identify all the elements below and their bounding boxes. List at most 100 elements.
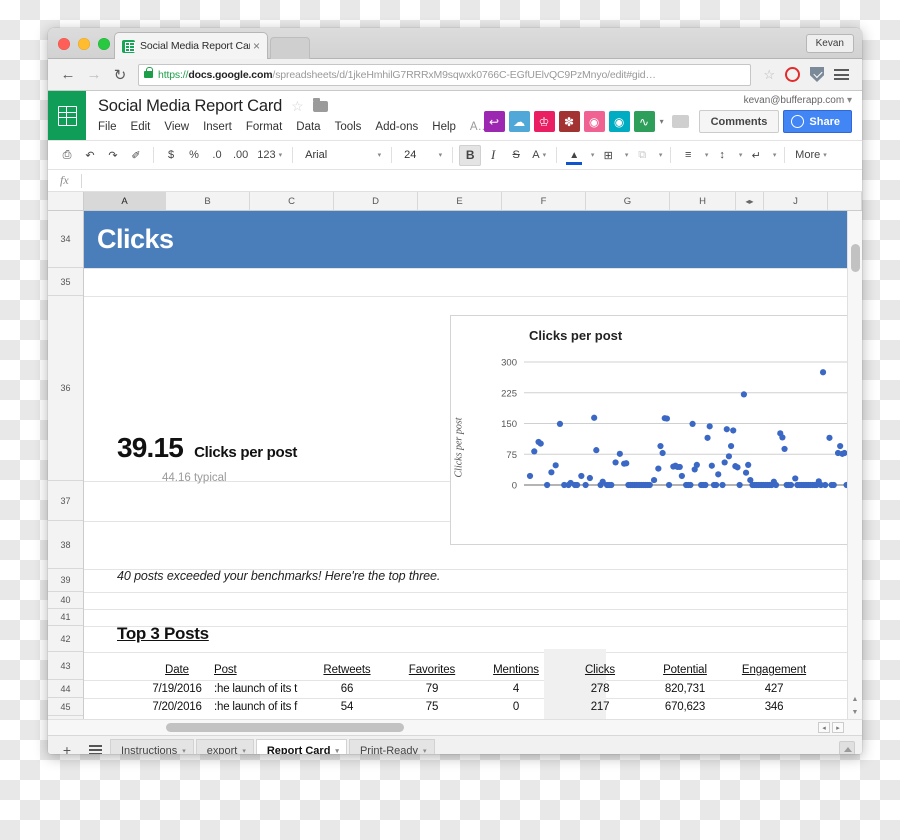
horizontal-scrollbar[interactable]: ◂ ▸ bbox=[48, 719, 862, 735]
font-family-select[interactable]: Arial ▾ bbox=[299, 145, 385, 166]
shield-icon[interactable] bbox=[810, 67, 824, 82]
row-header-43[interactable]: 43 bbox=[48, 652, 83, 680]
forward-icon[interactable]: → bbox=[82, 63, 106, 87]
reload-icon[interactable]: ↻ bbox=[108, 63, 132, 87]
fill-color-button[interactable]: ▲ bbox=[563, 145, 585, 166]
chevron-down-icon[interactable]: ▾ bbox=[335, 747, 339, 755]
row-header-37[interactable]: 37 bbox=[48, 481, 83, 521]
vertical-align-button[interactable]: ↕ bbox=[711, 145, 733, 166]
wrap-chevron-icon[interactable]: ▾ bbox=[768, 145, 778, 166]
goat-addon-icon[interactable]: ♔ bbox=[533, 111, 555, 132]
row-header-40[interactable]: 40 bbox=[48, 592, 83, 609]
borders-chevron-icon[interactable]: ▾ bbox=[620, 145, 630, 166]
table-row[interactable]: 7/20/2016 :he launch of its f 54 75 0 21… bbox=[140, 698, 820, 716]
account-menu[interactable]: kevan@bufferapp.com ▾ bbox=[484, 95, 852, 106]
close-window-button[interactable] bbox=[58, 38, 70, 50]
column-header-g[interactable]: G bbox=[586, 192, 670, 210]
select-all-corner[interactable] bbox=[48, 192, 84, 210]
buffer-addon-icon[interactable]: ↩ bbox=[483, 111, 505, 132]
sheet-tab-print-ready[interactable]: Print-Ready ▾ bbox=[348, 739, 435, 755]
fill-color-chevron-icon[interactable]: ▾ bbox=[586, 145, 596, 166]
currency-format-button[interactable]: $ bbox=[160, 145, 182, 166]
row-header-36[interactable]: 36 bbox=[48, 296, 83, 481]
row-header-39[interactable]: 39 bbox=[48, 569, 83, 592]
add-sheet-button[interactable]: + bbox=[54, 739, 80, 754]
valign-chevron-icon[interactable]: ▾ bbox=[734, 145, 744, 166]
back-icon[interactable]: ← bbox=[56, 63, 80, 87]
column-header-f[interactable]: F bbox=[502, 192, 586, 210]
row-header-35[interactable]: 35 bbox=[48, 268, 83, 296]
text-color-button[interactable]: A ▾ bbox=[528, 145, 550, 166]
menu-edit[interactable]: Edit bbox=[131, 121, 151, 133]
row-header-44[interactable]: 44 bbox=[48, 680, 83, 698]
browser-menu-icon[interactable] bbox=[834, 67, 849, 83]
move-to-folder-icon[interactable] bbox=[312, 98, 328, 112]
row-header-38[interactable]: 38 bbox=[48, 521, 83, 569]
scroll-right-icon[interactable]: ▸ bbox=[832, 722, 844, 733]
column-scroll-arrows[interactable]: ◂▸ bbox=[736, 192, 764, 210]
merge-cells-button[interactable]: ⧉ bbox=[631, 145, 653, 166]
row-header-41[interactable]: 41 bbox=[48, 609, 83, 626]
minimize-window-button[interactable] bbox=[78, 38, 90, 50]
menu-format[interactable]: Format bbox=[246, 121, 282, 133]
strikethrough-button[interactable]: S bbox=[505, 145, 527, 166]
profile-button[interactable]: Kevan bbox=[805, 34, 854, 53]
cloud-addon-icon[interactable]: ☁ bbox=[508, 111, 530, 132]
font-size-select[interactable]: 24 ▾ bbox=[398, 145, 446, 166]
text-wrap-button[interactable]: ↵ bbox=[745, 145, 767, 166]
owl-pink-addon-icon[interactable]: ◉ bbox=[583, 111, 605, 132]
new-tab-button[interactable] bbox=[270, 37, 310, 59]
column-header-h[interactable]: H bbox=[670, 192, 736, 210]
more-toolbar-button[interactable]: More ▾ bbox=[791, 145, 831, 166]
more-formats-button[interactable]: 123 ▾ bbox=[253, 145, 286, 166]
redo-icon[interactable]: ↷ bbox=[102, 145, 124, 166]
sheet-tab-report-card[interactable]: Report Card ▾ bbox=[255, 739, 347, 755]
vertical-scroll-thumb[interactable] bbox=[851, 244, 860, 272]
borders-button[interactable]: ⊞ bbox=[597, 145, 619, 166]
maximize-window-button[interactable] bbox=[98, 38, 110, 50]
percent-format-button[interactable]: % bbox=[183, 145, 205, 166]
all-sheets-button[interactable] bbox=[82, 739, 108, 754]
horizontal-scroll-thumb[interactable] bbox=[166, 723, 404, 732]
scroll-down-icon[interactable]: ▼ bbox=[848, 706, 862, 719]
chevron-down-icon[interactable]: ▾ bbox=[423, 747, 427, 755]
increase-decimal-button[interactable]: .00 bbox=[229, 145, 252, 166]
column-header-c[interactable]: C bbox=[250, 192, 334, 210]
merge-chevron-icon[interactable]: ▾ bbox=[654, 145, 664, 166]
explore-button[interactable] bbox=[839, 741, 855, 754]
scroll-up-icon[interactable]: ▲ bbox=[848, 693, 862, 706]
column-header-j[interactable]: J bbox=[764, 192, 828, 210]
menu-data[interactable]: Data bbox=[296, 121, 320, 133]
formula-input[interactable] bbox=[80, 173, 862, 188]
row-header-34[interactable]: 34 bbox=[48, 211, 83, 268]
chevron-down-icon[interactable]: ▾ bbox=[182, 747, 186, 755]
paint-format-icon[interactable]: ✐ bbox=[125, 145, 147, 166]
column-header-d[interactable]: D bbox=[334, 192, 418, 210]
snake-addon-icon[interactable]: ∿ bbox=[633, 111, 655, 132]
bold-button[interactable]: B bbox=[459, 144, 482, 166]
halign-chevron-icon[interactable]: ▾ bbox=[700, 145, 710, 166]
menu-addons[interactable]: Add-ons bbox=[375, 121, 418, 133]
owl-teal-addon-icon[interactable]: ◉ bbox=[608, 111, 630, 132]
chat-icon[interactable] bbox=[671, 115, 689, 128]
sheet-tab-instructions[interactable]: Instructions ▾ bbox=[110, 739, 194, 754]
share-button[interactable]: Share bbox=[783, 110, 852, 133]
italic-button[interactable]: I bbox=[482, 145, 504, 166]
close-tab-icon[interactable]: × bbox=[250, 40, 263, 52]
column-header-e[interactable]: E bbox=[418, 192, 502, 210]
row-header-42[interactable]: 42 bbox=[48, 626, 83, 652]
print-icon[interactable]: ⎙ bbox=[56, 145, 78, 166]
comments-button[interactable]: Comments bbox=[698, 110, 780, 133]
undo-icon[interactable]: ↶ bbox=[79, 145, 101, 166]
menu-file[interactable]: File bbox=[98, 121, 117, 133]
horizontal-align-button[interactable]: ≡ bbox=[677, 145, 699, 166]
octopus-addon-icon[interactable]: ✽ bbox=[558, 111, 580, 132]
addons-overflow-icon[interactable]: ▾ bbox=[660, 117, 664, 126]
column-header-b[interactable]: B bbox=[166, 192, 250, 210]
browser-tab[interactable]: Social Media Report Card × bbox=[114, 32, 268, 59]
document-title[interactable]: Social Media Report Card bbox=[98, 97, 282, 116]
row-header-45[interactable]: 45 bbox=[48, 698, 83, 716]
scroll-left-icon[interactable]: ◂ bbox=[818, 722, 830, 733]
address-bar[interactable]: https://docs.google.com/spreadsheets/d/1… bbox=[138, 63, 752, 86]
menu-tools[interactable]: Tools bbox=[335, 121, 362, 133]
